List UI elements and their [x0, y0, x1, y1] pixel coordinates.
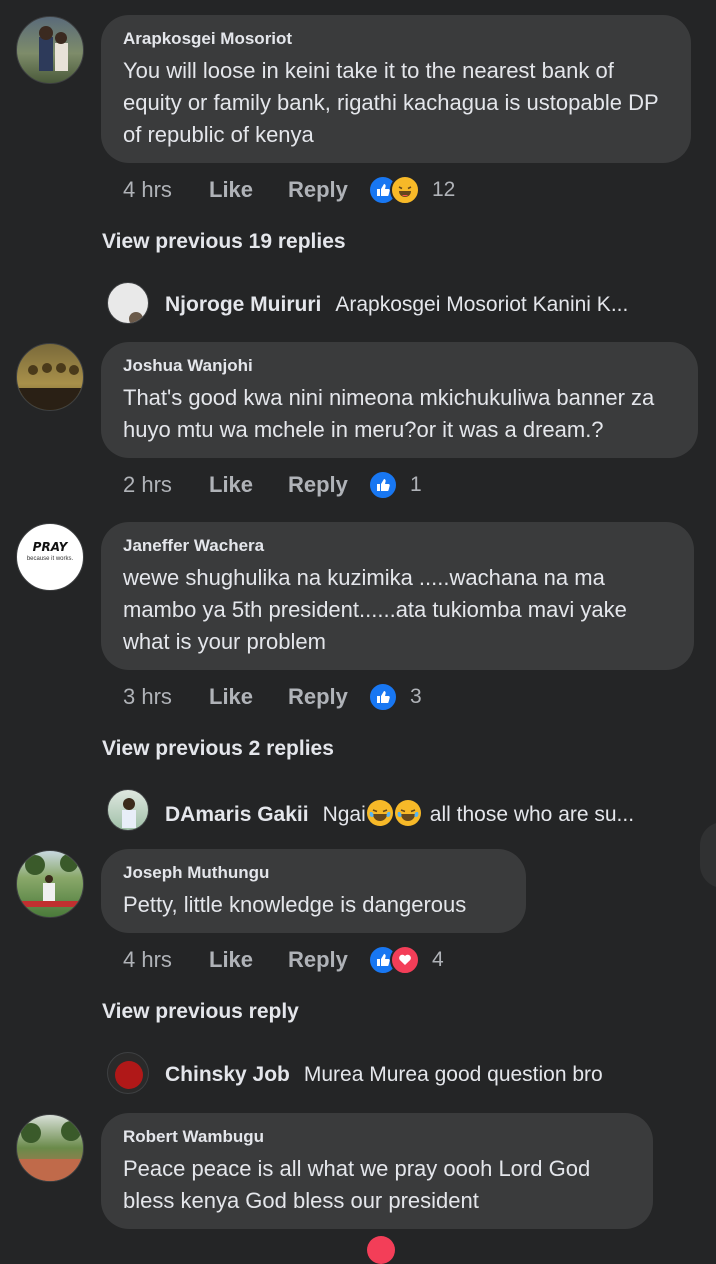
comment-actions: 4 hrs Like Reply 4: [123, 944, 444, 976]
comment-text: You will loose in keini take it to the n…: [123, 58, 659, 147]
laughing-emoji-icon: [390, 175, 420, 205]
avatar[interactable]: [16, 1114, 84, 1182]
reply-button[interactable]: Reply: [288, 472, 366, 498]
avatar[interactable]: [107, 1052, 149, 1094]
avatar-photo: [115, 1061, 143, 1089]
reaction-summary[interactable]: 3: [368, 682, 422, 712]
reply-author[interactable]: DAmaris Gakii: [165, 803, 309, 826]
reply-button[interactable]: Reply: [288, 947, 366, 973]
avatar[interactable]: PRAY because it works.: [16, 523, 84, 591]
reply-text: Murea Murea good question bro: [303, 1063, 603, 1086]
avatar[interactable]: [107, 282, 149, 324]
like-button[interactable]: Like: [209, 472, 288, 498]
comment-author[interactable]: Robert Wambugu: [123, 1127, 631, 1147]
view-previous-replies-link[interactable]: View previous 2 replies: [102, 737, 334, 761]
comment-actions: 3 hrs Like Reply 3: [123, 681, 422, 713]
comment-bubble: Robert Wambugu Peace peace is all what w…: [101, 1113, 653, 1229]
comment-bubble: Janeffer Wachera wewe shughulika na kuzi…: [101, 522, 694, 670]
heart-icon: [390, 945, 420, 975]
like-button[interactable]: Like: [209, 684, 288, 710]
avatar-photo: [17, 854, 83, 907]
reply-author[interactable]: Chinsky Job: [165, 1063, 290, 1086]
thumbs-up-icon: [368, 470, 398, 500]
timestamp[interactable]: 3 hrs: [123, 684, 209, 710]
avatar-photo: [17, 363, 83, 410]
reaction-summary[interactable]: 1: [368, 470, 422, 500]
reply-preview[interactable]: DAmaris Gakii Ngai all those who are su...: [165, 800, 634, 827]
reply-preview[interactable]: Chinsky Job Murea Murea good question bro: [165, 1063, 603, 1087]
reaction-count: 1: [410, 473, 422, 496]
comment-text: Peace peace is all what we pray oooh Lor…: [123, 1156, 591, 1213]
comment-author[interactable]: Joseph Muthungu: [123, 863, 504, 883]
comment-text: wewe shughulika na kuzimika .....wachana…: [123, 565, 627, 654]
comment-text: That's good kwa nini nimeona mkichukuliw…: [123, 385, 655, 442]
avatar-photo: [129, 312, 143, 323]
reply-preview[interactable]: Njoroge Muiruri Arapkosgei Mosoriot Kanin…: [165, 293, 628, 317]
comment-bubble: Joseph Muthungu Petty, little knowledge …: [101, 849, 526, 933]
view-previous-replies-link[interactable]: View previous 19 replies: [102, 230, 346, 254]
reply-button[interactable]: Reply: [288, 177, 366, 203]
tears-of-joy-emoji-icon: [366, 800, 393, 826]
like-button[interactable]: Like: [209, 947, 288, 973]
comment-bubble: Joshua Wanjohi That's good kwa nini nime…: [101, 342, 698, 458]
reply-author[interactable]: Njoroge Muiruri: [165, 293, 321, 316]
avatar-subtext: because it works.: [26, 556, 74, 562]
avatar-photo: [122, 798, 136, 828]
reaction-count: 3: [410, 685, 422, 708]
like-button[interactable]: Like: [209, 177, 288, 203]
avatar[interactable]: [16, 343, 84, 411]
comment-actions: 4 hrs Like Reply 12: [123, 174, 455, 206]
reaction-summary[interactable]: 12: [368, 175, 455, 205]
view-previous-replies-link[interactable]: View previous reply: [102, 1000, 299, 1024]
avatar[interactable]: [16, 16, 84, 84]
reaction-count: 12: [432, 178, 456, 201]
scroll-handle[interactable]: [700, 822, 716, 888]
comment-bubble: Arapkosgei Mosoriot You will loose in ke…: [101, 15, 691, 163]
reaction-summary[interactable]: 4: [368, 945, 444, 975]
avatar[interactable]: [107, 789, 149, 831]
timestamp[interactable]: 2 hrs: [123, 472, 209, 498]
comment-author[interactable]: Arapkosgei Mosoriot: [123, 29, 669, 49]
avatar-photo: [17, 1121, 83, 1181]
avatar[interactable]: [16, 850, 84, 918]
avatar-text: PRAY: [32, 540, 68, 554]
reply-button[interactable]: Reply: [288, 684, 366, 710]
timestamp[interactable]: 4 hrs: [123, 177, 209, 203]
comment-author[interactable]: Janeffer Wachera: [123, 536, 672, 556]
avatar-photo: [39, 26, 68, 71]
reply-text: Ngai: [322, 803, 366, 826]
comment-text: Petty, little knowledge is dangerous: [123, 892, 467, 917]
heart-icon: [367, 1236, 395, 1264]
reply-text: Arapkosgei Mosoriot Kanini K...: [335, 293, 629, 316]
reaction-count: 4: [432, 948, 444, 971]
comment-author[interactable]: Joshua Wanjohi: [123, 356, 676, 376]
tears-of-joy-emoji-icon: [394, 800, 421, 826]
comment-actions: 2 hrs Like Reply 1: [123, 469, 422, 501]
timestamp[interactable]: 4 hrs: [123, 947, 209, 973]
reply-text: all those who are su...: [429, 803, 635, 826]
thumbs-up-icon: [368, 682, 398, 712]
